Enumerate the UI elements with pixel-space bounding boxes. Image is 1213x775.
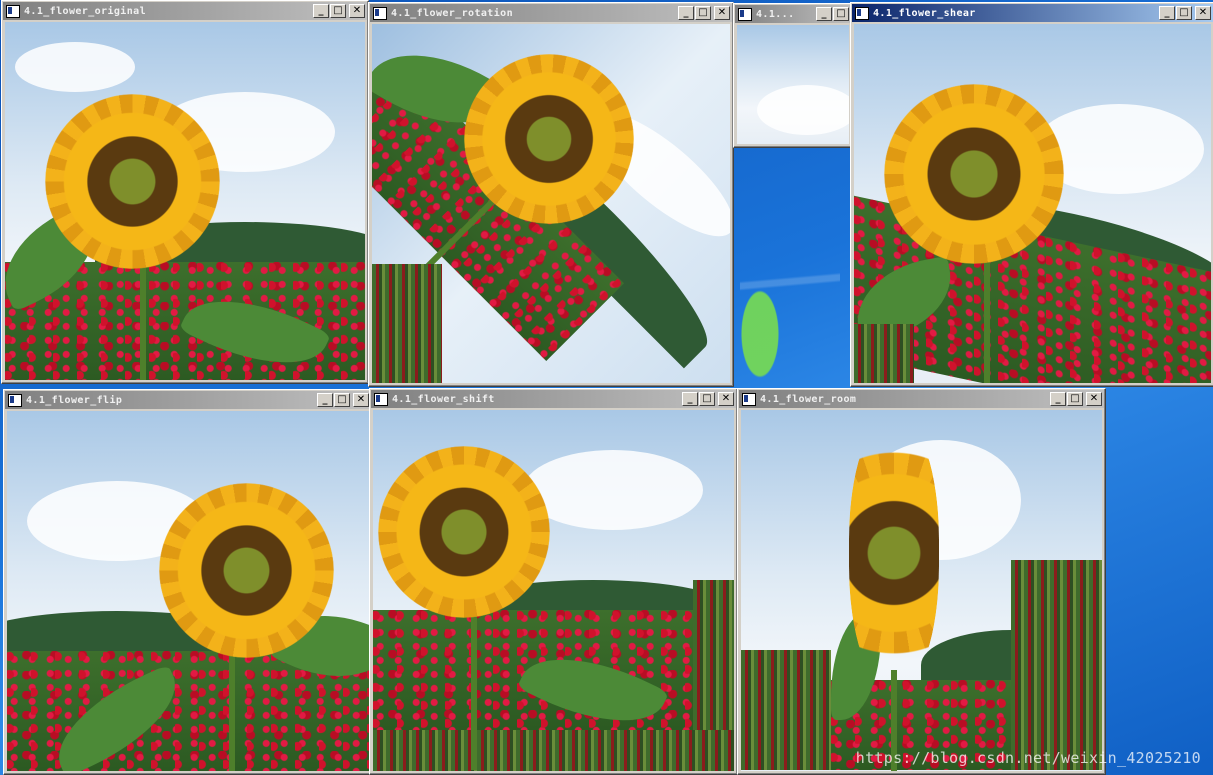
window-title: 4.1_flower_original bbox=[24, 5, 146, 17]
maximize-button[interactable]: □ bbox=[330, 4, 346, 18]
image-canvas bbox=[372, 24, 730, 383]
minimize-button[interactable]: _ bbox=[816, 7, 832, 21]
minimize-button[interactable]: _ bbox=[678, 6, 694, 20]
image-canvas bbox=[741, 410, 1102, 771]
app-icon bbox=[855, 6, 869, 20]
title-bar[interactable]: 4.1_flower_room _ □ ✕ bbox=[739, 390, 1104, 408]
maximize-button[interactable]: □ bbox=[699, 392, 715, 406]
sunflower-image bbox=[159, 483, 334, 658]
desktop-wallpaper-art bbox=[740, 150, 840, 380]
window-title: 4.1_flower_rotation bbox=[391, 7, 513, 19]
image-canvas bbox=[7, 411, 369, 771]
app-icon bbox=[373, 6, 387, 20]
app-icon bbox=[738, 7, 752, 21]
maximize-button[interactable]: □ bbox=[1067, 392, 1083, 406]
app-icon bbox=[8, 393, 22, 407]
app-icon bbox=[374, 392, 388, 406]
minimize-button[interactable]: _ bbox=[1159, 6, 1175, 20]
maximize-button[interactable]: □ bbox=[833, 7, 849, 21]
minimize-button[interactable]: _ bbox=[317, 393, 333, 407]
title-bar[interactable]: 4.1_flower_shift _ □ ✕ bbox=[371, 390, 736, 408]
title-bar[interactable]: 4.1_flower_shear _ □ ✕ bbox=[852, 4, 1213, 22]
image-canvas bbox=[854, 24, 1211, 383]
window-title: 4.1... bbox=[756, 8, 795, 20]
window-flower-shear[interactable]: 4.1_flower_shear _ □ ✕ bbox=[850, 2, 1213, 387]
maximize-button[interactable]: □ bbox=[334, 393, 350, 407]
sunflower-image bbox=[378, 446, 550, 618]
close-button[interactable]: ✕ bbox=[1086, 392, 1102, 406]
window-title: 4.1_flower_shear bbox=[873, 7, 976, 19]
window-title: 4.1_flower_room bbox=[760, 393, 857, 405]
image-canvas bbox=[737, 25, 849, 144]
app-icon bbox=[6, 4, 20, 18]
minimize-button[interactable]: _ bbox=[1050, 392, 1066, 406]
close-button[interactable]: ✕ bbox=[714, 6, 730, 20]
close-button[interactable]: ✕ bbox=[349, 4, 365, 18]
window-flower-rotation[interactable]: 4.1_flower_rotation _ □ ✕ bbox=[368, 2, 734, 387]
title-bar[interactable]: 4.1... _ □ bbox=[735, 5, 851, 23]
maximize-button[interactable]: □ bbox=[1176, 6, 1192, 20]
watermark-text: https://blog.csdn.net/weixin_42025210 bbox=[855, 749, 1201, 767]
minimize-button[interactable]: _ bbox=[682, 392, 698, 406]
window-flower-flip[interactable]: 4.1_flower_flip _ □ ✕ bbox=[3, 389, 373, 775]
window-title: 4.1_flower_shift bbox=[392, 393, 495, 405]
title-bar[interactable]: 4.1_flower_original _ □ ✕ bbox=[3, 2, 367, 20]
window-title: 4.1_flower_flip bbox=[26, 394, 123, 406]
window-flower-room[interactable]: 4.1_flower_room _ □ ✕ bbox=[737, 388, 1106, 775]
title-bar[interactable]: 4.1_flower_rotation _ □ ✕ bbox=[370, 4, 732, 22]
sunflower-image bbox=[45, 94, 220, 269]
image-canvas bbox=[373, 410, 734, 771]
sunflower-image bbox=[849, 418, 939, 688]
image-canvas bbox=[5, 22, 365, 380]
maximize-button[interactable]: □ bbox=[695, 6, 711, 20]
close-button[interactable]: ✕ bbox=[718, 392, 734, 406]
close-button[interactable]: ✕ bbox=[1195, 6, 1211, 20]
window-flower-original[interactable]: 4.1_flower_original _ □ ✕ bbox=[1, 0, 369, 384]
close-button[interactable]: ✕ bbox=[353, 393, 369, 407]
sunflower-image bbox=[884, 84, 1064, 264]
app-icon bbox=[742, 392, 756, 406]
window-flower-shift[interactable]: 4.1_flower_shift _ □ ✕ bbox=[369, 388, 738, 775]
title-bar[interactable]: 4.1_flower_flip _ □ ✕ bbox=[5, 391, 371, 409]
minimize-button[interactable]: _ bbox=[313, 4, 329, 18]
window-flower-partial[interactable]: 4.1... _ □ bbox=[733, 3, 853, 148]
